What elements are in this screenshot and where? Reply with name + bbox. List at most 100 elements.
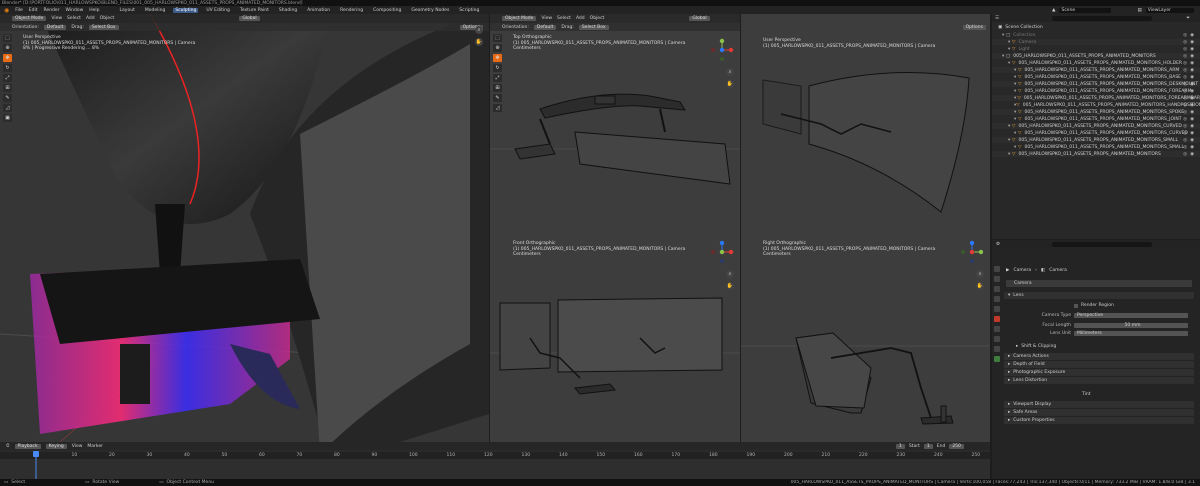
shift-clipping-row[interactable]: ▸ Shift & Clipping [1004,343,1194,350]
playhead-cursor[interactable] [33,451,39,479]
scene-collection-row[interactable]: ▣ Scene Collection [992,24,1200,30]
blender-logo-icon[interactable]: ◉ [4,7,9,14]
pan-hand-icon[interactable]: ✋ [726,282,734,290]
section-header[interactable]: ▸ Viewport Display [1004,401,1194,408]
menu-window[interactable]: Window [66,8,84,13]
render-toggle-icon[interactable]: ◎ [1183,89,1187,94]
menu-object[interactable]: Object [100,16,115,21]
frame-ruler[interactable]: 0102030405060708090100110120130140150160… [0,452,990,459]
tab-shading[interactable]: Shading [277,8,299,13]
options-dropdown[interactable]: Options [962,24,986,30]
menu-object[interactable]: Object [590,16,605,21]
view-layer-tab-icon[interactable] [994,296,1000,302]
properties-editor-icon[interactable]: ⚙ [996,242,1000,247]
menu-help[interactable]: Help [89,8,99,13]
outliner-row[interactable]: ▾ ▽ 005_HARLOWSPKO_011_ASSETS_PROPS_ANIMAT… [992,144,1200,150]
tool-tab-icon[interactable] [994,266,1000,272]
outliner-row[interactable]: ▾ ▽ 005_HARLOWSPKO_011_ASSETS_PROPS_ANIMAT… [992,151,1200,157]
menu-render[interactable]: Render [44,8,60,13]
tab-animation[interactable]: Animation [305,8,332,13]
mode-dropdown[interactable]: Object Mode [12,16,47,21]
menu-view[interactable]: View [541,16,552,21]
scale-tool-icon[interactable]: ⤢ [3,74,12,82]
start-frame-field[interactable]: 1 [923,443,933,449]
render-toggle-icon[interactable]: ◎ [1183,75,1187,80]
render-toggle-icon[interactable]: ◎ [1183,54,1187,59]
marker-menu[interactable]: Marker [87,444,103,449]
menu-select[interactable]: Select [557,16,571,21]
menu-edit[interactable]: Edit [29,8,38,13]
scale-tool-icon[interactable]: ⤢ [493,74,502,82]
filter-icon[interactable]: ⏷ [1186,15,1190,21]
visibility-eye-icon[interactable]: ◉ [1190,68,1194,73]
outliner-row[interactable]: ▾ ▢ Collection ◎ ◉ [992,32,1200,38]
pan-hand-icon[interactable]: ✋ [726,80,734,88]
visibility-eye-icon[interactable]: ◉ [1190,61,1194,66]
lens-unit-dropdown[interactable]: Millimeters [1074,331,1188,336]
menu-select[interactable]: Select [67,16,81,21]
cursor-tool-icon[interactable]: ⊕ [3,44,12,52]
section-header[interactable]: ▸ Photographic Exposure [1004,369,1194,376]
visibility-eye-icon[interactable]: ◉ [1190,40,1194,45]
transform-orientation-dropdown[interactable]: Global [239,16,260,21]
annotate-tool-icon[interactable]: ✎ [493,94,502,102]
tab-layout[interactable]: Layout [118,8,137,13]
outliner-row[interactable]: ▾ ▢ 005_HARLOWSPKO_011_ASSETS_PROPS_ANIMAT… [992,53,1200,59]
render-toggle-icon[interactable]: ◎ [1183,124,1187,129]
render-toggle-icon[interactable]: ◎ [1183,61,1187,66]
render-toggle-icon[interactable]: ◎ [1183,40,1187,45]
render-toggle-icon[interactable]: ◎ [1183,47,1187,52]
section-header[interactable]: ▸ Safe Areas [1004,409,1194,416]
select-box-tool-icon[interactable]: ⬚ [493,34,502,42]
zoom-icon[interactable]: ⌕ [726,68,734,76]
view-layer-field[interactable]: ViewLayer [1145,7,1194,13]
tab-texture-paint[interactable]: Texture Paint [238,8,271,13]
axis-gizmo-icon[interactable] [960,240,984,264]
outliner-row[interactable]: ▾ ▽ Light ◎ ◉ [992,46,1200,52]
rotate-tool-icon[interactable]: ↻ [3,64,12,72]
annotate-tool-icon[interactable]: ✎ [3,94,12,102]
render-region-checkbox[interactable] [1074,303,1078,308]
pan-hand-icon[interactable]: ✋ [475,38,483,46]
tab-rendering[interactable]: Rendering [338,8,365,13]
orientation-dropdown[interactable]: Default [533,24,557,30]
camera-data-tab-icon[interactable] [994,356,1000,362]
current-frame-field[interactable]: 1 [896,443,905,449]
visibility-eye-icon[interactable]: ◉ [1190,152,1194,157]
axis-gizmo-icon[interactable] [710,38,734,62]
drag-dropdown[interactable]: Select Box [88,24,119,30]
lens-section-header[interactable]: ▾ Lens [1004,292,1194,299]
visibility-eye-icon[interactable]: ◉ [1190,124,1194,129]
render-toggle-icon[interactable]: ◎ [1183,82,1187,87]
visibility-eye-icon[interactable]: ◉ [1190,131,1194,136]
outliner-row[interactable]: ▾ ▽ 005_HARLOWSPKO_011_ASSETS_PROPS_ANIMAT… [992,130,1200,136]
render-toggle-icon[interactable]: ◎ [1183,138,1187,143]
end-frame-field[interactable]: 250 [949,443,964,449]
render-tab-icon[interactable] [994,276,1000,282]
visibility-eye-icon[interactable]: ◉ [1190,75,1194,80]
outliner-row[interactable]: ▾ ▽ 005_HARLOWSPKO_011_ASSETS_PROPS_ANIMAT… [992,102,1200,108]
visibility-eye-icon[interactable]: ◉ [1190,33,1194,38]
render-toggle-icon[interactable]: ◎ [1183,145,1187,150]
outliner-row[interactable]: ▾ ▽ Camera ◎ ◉ [992,39,1200,45]
playback-menu[interactable]: Playback [14,443,41,449]
outliner-row[interactable]: ▾ ▽ 005_HARLOWSPKO_011_ASSETS_PROPS_ANIMAT… [992,109,1200,115]
section-header[interactable]: ▸ Depth of Field [1004,361,1194,368]
world-tab-icon[interactable] [994,316,1000,322]
section-header[interactable]: ▸ Lens Distortion [1004,377,1194,384]
visibility-eye-icon[interactable]: ◉ [1190,96,1194,101]
outliner-row[interactable]: ▾ ▽ 005_HARLOWSPKO_011_ASSETS_PROPS_ANIMAT… [992,67,1200,73]
outliner-search-input[interactable] [1052,15,1152,21]
outliner-row[interactable]: ▾ ▽ 005_HARLOWSPKO_011_ASSETS_PROPS_ANIMAT… [992,81,1200,87]
viewport-top-orthographic[interactable]: Object Mode View Select Add Object Globa… [490,14,740,238]
axis-gizmo-icon[interactable] [710,240,734,264]
select-box-tool-icon[interactable]: ⬚ [3,34,12,42]
render-toggle-icon[interactable]: ◎ [1183,96,1187,101]
visibility-eye-icon[interactable]: ◉ [1190,89,1194,94]
visibility-eye-icon[interactable]: ◉ [1190,47,1194,52]
scene-field[interactable]: Scene [1059,7,1112,13]
render-toggle-icon[interactable]: ◎ [1183,103,1187,108]
viewport-front-orthographic[interactable]: Front Orthographic (1) 005_HARLOWSPKO_01… [490,238,740,442]
output-tab-icon[interactable] [994,286,1000,292]
render-toggle-icon[interactable]: ◎ [1183,68,1187,73]
